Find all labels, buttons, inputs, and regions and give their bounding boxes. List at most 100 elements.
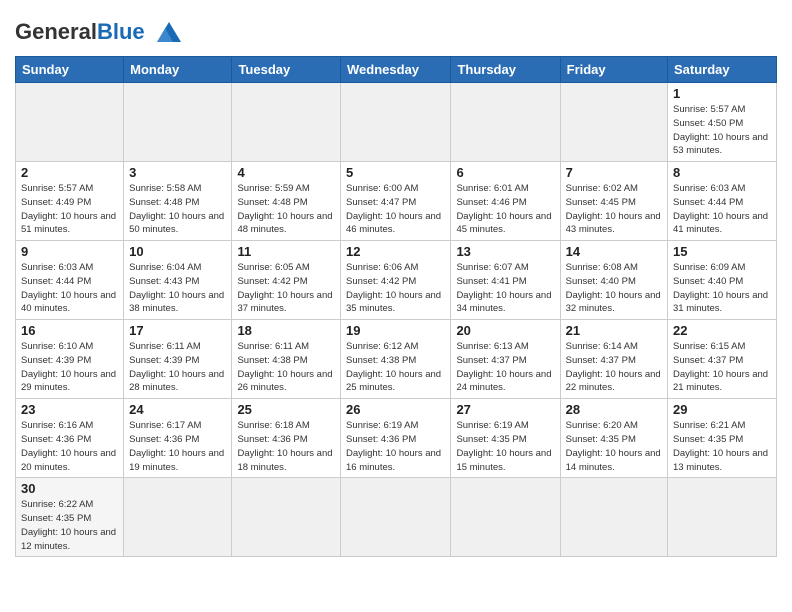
day-number: 8 [673, 165, 771, 180]
week-row-1: 1 Sunrise: 5:57 AMSunset: 4:50 PMDaylight… [16, 83, 777, 162]
day-number: 28 [566, 402, 662, 417]
week-row-3: 9 Sunrise: 6:03 AMSunset: 4:44 PMDaylight… [16, 241, 777, 320]
logo: GeneralBlue [15, 14, 183, 50]
calendar-cell: 12 Sunrise: 6:06 AMSunset: 4:42 PMDayligh… [341, 241, 451, 320]
weekday-header-tuesday: Tuesday [232, 57, 341, 83]
calendar-cell: 2 Sunrise: 5:57 AMSunset: 4:49 PMDaylight… [16, 162, 124, 241]
day-info: Sunrise: 6:22 AMSunset: 4:35 PMDaylight:… [21, 498, 118, 553]
calendar-cell: 23Sunrise: 6:16 AMSunset: 4:36 PMDayligh… [16, 399, 124, 478]
day-info: Sunrise: 5:57 AMSunset: 4:49 PMDaylight:… [21, 182, 118, 237]
week-row-6: 30 Sunrise: 6:22 AMSunset: 4:35 PMDayligh… [16, 478, 777, 557]
day-number: 21 [566, 323, 662, 338]
day-info: Sunrise: 6:01 AMSunset: 4:46 PMDaylight:… [456, 182, 554, 237]
calendar-cell: 25 Sunrise: 6:18 AMSunset: 4:36 PMDayligh… [232, 399, 341, 478]
calendar-cell: 21Sunrise: 6:14 AMSunset: 4:37 PMDayligh… [560, 320, 667, 399]
calendar-cell: 18 Sunrise: 6:11 AMSunset: 4:38 PMDayligh… [232, 320, 341, 399]
day-number: 13 [456, 244, 554, 259]
calendar-cell: 20 Sunrise: 6:13 AMSunset: 4:37 PMDayligh… [451, 320, 560, 399]
day-info: Sunrise: 6:18 AMSunset: 4:36 PMDaylight:… [237, 419, 335, 474]
day-number: 22 [673, 323, 771, 338]
calendar-cell [232, 478, 341, 557]
day-number: 20 [456, 323, 554, 338]
day-number: 18 [237, 323, 335, 338]
day-info: Sunrise: 5:58 AMSunset: 4:48 PMDaylight:… [129, 182, 226, 237]
day-number: 23 [21, 402, 118, 417]
calendar-cell: 6Sunrise: 6:01 AMSunset: 4:46 PMDaylight… [451, 162, 560, 241]
calendar-cell: 15Sunrise: 6:09 AMSunset: 4:40 PMDayligh… [668, 241, 777, 320]
day-info: Sunrise: 6:13 AMSunset: 4:37 PMDaylight:… [456, 340, 554, 395]
calendar-cell [341, 83, 451, 162]
day-number: 3 [129, 165, 226, 180]
weekday-header-thursday: Thursday [451, 57, 560, 83]
day-info: Sunrise: 6:19 AMSunset: 4:36 PMDaylight:… [346, 419, 445, 474]
day-number: 19 [346, 323, 445, 338]
day-info: Sunrise: 6:11 AMSunset: 4:38 PMDaylight:… [237, 340, 335, 395]
day-info: Sunrise: 6:09 AMSunset: 4:40 PMDaylight:… [673, 261, 771, 316]
day-number: 17 [129, 323, 226, 338]
calendar-cell: 7Sunrise: 6:02 AMSunset: 4:45 PMDaylight… [560, 162, 667, 241]
header: GeneralBlue [15, 10, 777, 50]
calendar-cell: 17 Sunrise: 6:11 AMSunset: 4:39 PMDayligh… [124, 320, 232, 399]
calendar-cell [124, 478, 232, 557]
week-row-2: 2 Sunrise: 5:57 AMSunset: 4:49 PMDaylight… [16, 162, 777, 241]
day-info: Sunrise: 6:07 AMSunset: 4:41 PMDaylight:… [456, 261, 554, 316]
day-info: Sunrise: 5:57 AMSunset: 4:50 PMDaylight:… [673, 103, 771, 158]
calendar-cell: 9 Sunrise: 6:03 AMSunset: 4:44 PMDaylight… [16, 241, 124, 320]
day-number: 27 [456, 402, 554, 417]
day-info: Sunrise: 6:12 AMSunset: 4:38 PMDaylight:… [346, 340, 445, 395]
calendar-cell: 27 Sunrise: 6:19 AMSunset: 4:35 PMDayligh… [451, 399, 560, 478]
calendar-cell: 11Sunrise: 6:05 AMSunset: 4:42 PMDayligh… [232, 241, 341, 320]
day-number: 11 [237, 244, 335, 259]
day-info: Sunrise: 6:03 AMSunset: 4:44 PMDaylight:… [673, 182, 771, 237]
calendar-cell: 30 Sunrise: 6:22 AMSunset: 4:35 PMDayligh… [16, 478, 124, 557]
day-info: Sunrise: 6:10 AMSunset: 4:39 PMDaylight:… [21, 340, 118, 395]
day-number: 30 [21, 481, 118, 496]
day-info: Sunrise: 6:11 AMSunset: 4:39 PMDaylight:… [129, 340, 226, 395]
day-info: Sunrise: 6:08 AMSunset: 4:40 PMDaylight:… [566, 261, 662, 316]
day-number: 10 [129, 244, 226, 259]
day-number: 9 [21, 244, 118, 259]
day-info: Sunrise: 6:06 AMSunset: 4:42 PMDaylight:… [346, 261, 445, 316]
calendar-cell: 4Sunrise: 5:59 AMSunset: 4:48 PMDaylight… [232, 162, 341, 241]
weekday-header-saturday: Saturday [668, 57, 777, 83]
day-number: 29 [673, 402, 771, 417]
logo-general: General [15, 19, 97, 44]
calendar-cell: 28 Sunrise: 6:20 AMSunset: 4:35 PMDayligh… [560, 399, 667, 478]
calendar-cell: 16 Sunrise: 6:10 AMSunset: 4:39 PMDayligh… [16, 320, 124, 399]
day-number: 25 [237, 402, 335, 417]
calendar-cell: 3 Sunrise: 5:58 AMSunset: 4:48 PMDaylight… [124, 162, 232, 241]
calendar-cell [341, 478, 451, 557]
logo-icon [147, 14, 183, 50]
day-number: 16 [21, 323, 118, 338]
day-info: Sunrise: 6:21 AMSunset: 4:35 PMDaylight:… [673, 419, 771, 474]
day-number: 12 [346, 244, 445, 259]
day-number: 7 [566, 165, 662, 180]
day-number: 5 [346, 165, 445, 180]
day-number: 4 [237, 165, 335, 180]
day-number: 24 [129, 402, 226, 417]
day-info: Sunrise: 6:20 AMSunset: 4:35 PMDaylight:… [566, 419, 662, 474]
weekday-header-friday: Friday [560, 57, 667, 83]
day-number: 1 [673, 86, 771, 101]
day-number: 2 [21, 165, 118, 180]
calendar-cell: 13 Sunrise: 6:07 AMSunset: 4:41 PMDayligh… [451, 241, 560, 320]
day-info: Sunrise: 6:19 AMSunset: 4:35 PMDaylight:… [456, 419, 554, 474]
calendar-cell [560, 83, 667, 162]
calendar-cell [232, 83, 341, 162]
calendar-cell [451, 83, 560, 162]
page: GeneralBlue SundayMondayTuesdayWednesday… [0, 0, 792, 572]
day-number: 14 [566, 244, 662, 259]
calendar-cell [560, 478, 667, 557]
day-info: Sunrise: 6:04 AMSunset: 4:43 PMDaylight:… [129, 261, 226, 316]
weekday-header-sunday: Sunday [16, 57, 124, 83]
day-info: Sunrise: 6:03 AMSunset: 4:44 PMDaylight:… [21, 261, 118, 316]
calendar: SundayMondayTuesdayWednesdayThursdayFrid… [15, 56, 777, 557]
calendar-cell: 10 Sunrise: 6:04 AMSunset: 4:43 PMDayligh… [124, 241, 232, 320]
calendar-cell [16, 83, 124, 162]
week-row-4: 16 Sunrise: 6:10 AMSunset: 4:39 PMDayligh… [16, 320, 777, 399]
calendar-cell: 5 Sunrise: 6:00 AMSunset: 4:47 PMDaylight… [341, 162, 451, 241]
weekday-header-monday: Monday [124, 57, 232, 83]
day-info: Sunrise: 6:00 AMSunset: 4:47 PMDaylight:… [346, 182, 445, 237]
calendar-cell [124, 83, 232, 162]
calendar-cell: 1 Sunrise: 5:57 AMSunset: 4:50 PMDaylight… [668, 83, 777, 162]
